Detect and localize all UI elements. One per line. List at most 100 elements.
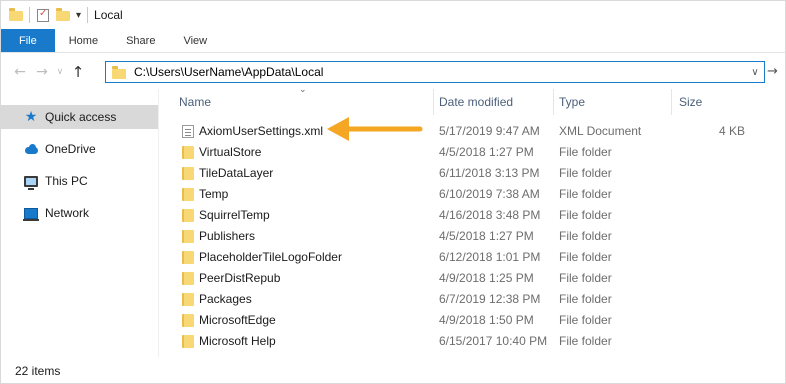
file-type: File folder (559, 250, 612, 264)
file-list: ⌄ Name Date modified Type Size AxiomUser… (177, 85, 785, 357)
column-divider[interactable] (433, 89, 434, 115)
sidebar-item-label: Quick access (45, 110, 117, 124)
file-name: VirtualStore (199, 145, 262, 159)
address-bar[interactable]: C:\Users\UserName\AppData\Local ∨ (105, 61, 765, 83)
file-row[interactable]: Microsoft Help 6/15/2017 10:40 PM File fol… (177, 331, 785, 352)
folder-icon (182, 188, 194, 201)
tab-share[interactable]: Share (112, 29, 169, 52)
file-date-modified: 6/10/2019 7:38 AM (439, 187, 540, 201)
computer-icon (23, 173, 39, 190)
column-header-size[interactable]: Size (679, 95, 702, 109)
file-name: Packages (199, 292, 252, 306)
folder-icon (182, 293, 194, 306)
star-icon: ★ (24, 109, 38, 125)
folder-icon (182, 251, 194, 264)
file-date-modified: 5/17/2019 9:47 AM (439, 124, 540, 138)
file-name: MicrosoftEdge (199, 313, 276, 327)
file-type: File folder (559, 208, 612, 222)
file-name: Temp (199, 187, 229, 201)
file-explorer-window: ▾ Local File Home Share View ← → ∨ ↑ C:\… (0, 0, 786, 384)
customize-toolbar-dropdown[interactable]: ▾ (76, 10, 81, 21)
file-row[interactable]: VirtualStore 4/5/2018 1:27 PM File folder (177, 142, 785, 163)
navigation-pane: ★ Quick access OneDrive This PC Network (1, 89, 159, 357)
new-folder-icon[interactable] (56, 8, 70, 21)
folder-icon (182, 146, 194, 159)
column-header-name[interactable]: Name (179, 95, 211, 109)
file-row[interactable]: PlaceholderTileLogoFolder 6/12/2018 1:01 … (177, 247, 785, 268)
folder-icon (182, 272, 194, 285)
cloud-icon (23, 141, 39, 157)
file-rows: AxiomUserSettings.xml 5/17/2019 9:47 AM XM… (177, 121, 785, 352)
file-type: File folder (559, 229, 612, 243)
recent-locations-button[interactable]: ∨ (53, 61, 67, 83)
sidebar-item-label: This PC (45, 174, 88, 188)
file-row[interactable]: TileDataLayer 6/11/2018 3:13 PM File folde… (177, 163, 785, 184)
title-bar: ▾ Local (1, 1, 785, 29)
file-row[interactable]: MicrosoftEdge 4/9/2018 1:50 PM File folder (177, 310, 785, 331)
file-date-modified: 6/12/2018 1:01 PM (439, 250, 541, 264)
tab-home[interactable]: Home (55, 29, 112, 52)
sidebar-item-this-pc[interactable]: This PC (1, 169, 158, 193)
sidebar-item-quick-access[interactable]: ★ Quick access (1, 105, 158, 129)
highlight-arrow-icon (327, 117, 423, 141)
sort-indicator-icon: ⌄ (299, 85, 307, 95)
column-header-type[interactable]: Type (559, 95, 585, 109)
column-divider[interactable] (671, 89, 672, 115)
tab-file[interactable]: File (1, 29, 55, 52)
xml-file-icon (182, 125, 194, 138)
folder-icon (182, 209, 194, 222)
folder-icon (182, 230, 194, 243)
folder-icon (182, 167, 194, 180)
address-folder-icon (112, 65, 126, 79)
file-row[interactable]: AxiomUserSettings.xml 5/17/2019 9:47 AM XM… (177, 121, 785, 142)
file-type: File folder (559, 334, 612, 348)
file-name: TileDataLayer (199, 166, 274, 180)
sidebar-item-label: Network (45, 206, 90, 220)
file-row[interactable]: PeerDistRepub 4/9/2018 1:25 PM File folder (177, 268, 785, 289)
file-date-modified: 6/15/2017 10:40 PM (439, 334, 548, 348)
file-name: Microsoft Help (199, 334, 276, 348)
file-name: Publishers (199, 229, 256, 243)
file-name: PeerDistRepub (199, 271, 281, 285)
file-size: 4 KB (718, 124, 745, 138)
folder-icon[interactable] (9, 8, 23, 21)
file-row[interactable]: Temp 6/10/2019 7:38 AM File folder (177, 184, 785, 205)
file-date-modified: 4/16/2018 3:48 PM (439, 208, 541, 222)
go-button[interactable]: → (767, 64, 778, 79)
item-count: 22 items (15, 364, 61, 378)
window-title: Local (94, 8, 123, 22)
network-icon (23, 205, 39, 221)
forward-button[interactable]: → (31, 61, 53, 83)
file-row[interactable]: SquirrelTemp 4/16/2018 3:48 PM File folder (177, 205, 785, 226)
column-divider[interactable] (553, 89, 554, 115)
file-type: File folder (559, 271, 612, 285)
file-date-modified: 4/9/2018 1:50 PM (439, 313, 534, 327)
folder-icon (182, 335, 194, 348)
file-date-modified: 6/11/2018 3:13 PM (439, 166, 540, 180)
column-headers: ⌄ Name Date modified Type Size (177, 85, 785, 115)
title-divider (87, 7, 89, 23)
column-header-date-modified[interactable]: Date modified (439, 95, 513, 109)
sidebar-item-label: OneDrive (45, 142, 96, 156)
navigation-row: ← → ∨ ↑ C:\Users\UserName\AppData\Local … (1, 57, 785, 87)
address-path[interactable]: C:\Users\UserName\AppData\Local (132, 64, 746, 80)
sidebar-item-onedrive[interactable]: OneDrive (1, 137, 158, 161)
properties-icon[interactable] (36, 8, 50, 22)
file-type: File folder (559, 313, 612, 327)
file-type: File folder (559, 187, 612, 201)
file-date-modified: 4/9/2018 1:25 PM (439, 271, 534, 285)
sidebar-item-network[interactable]: Network (1, 201, 158, 225)
tab-view[interactable]: View (169, 29, 221, 52)
address-dropdown-button[interactable]: ∨ (746, 67, 764, 78)
file-type: File folder (559, 292, 612, 306)
file-row[interactable]: Packages 6/7/2019 12:38 PM File folder (177, 289, 785, 310)
folder-icon (182, 314, 194, 327)
file-name: AxiomUserSettings.xml (199, 124, 324, 138)
file-name: SquirrelTemp (199, 208, 270, 222)
up-button[interactable]: ↑ (67, 61, 89, 83)
toolbar-divider (29, 7, 30, 23)
file-row[interactable]: Publishers 4/5/2018 1:27 PM File folder (177, 226, 785, 247)
back-button[interactable]: ← (9, 61, 31, 83)
file-name: PlaceholderTileLogoFolder (199, 250, 342, 264)
file-date-modified: 6/7/2019 12:38 PM (439, 292, 541, 306)
